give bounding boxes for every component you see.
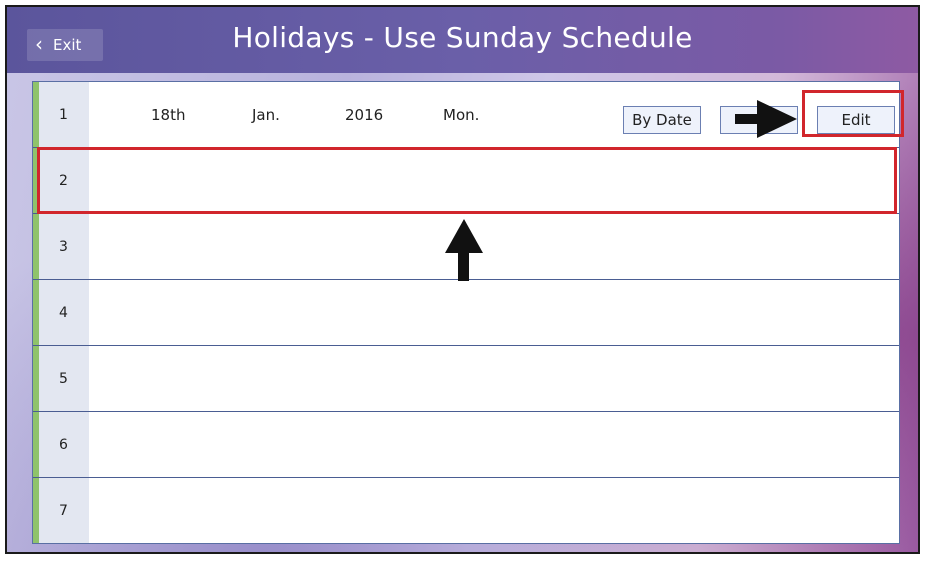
right-arrow-icon [735,100,797,138]
up-arrow-icon [445,219,483,281]
annotation-arrows [445,100,797,281]
